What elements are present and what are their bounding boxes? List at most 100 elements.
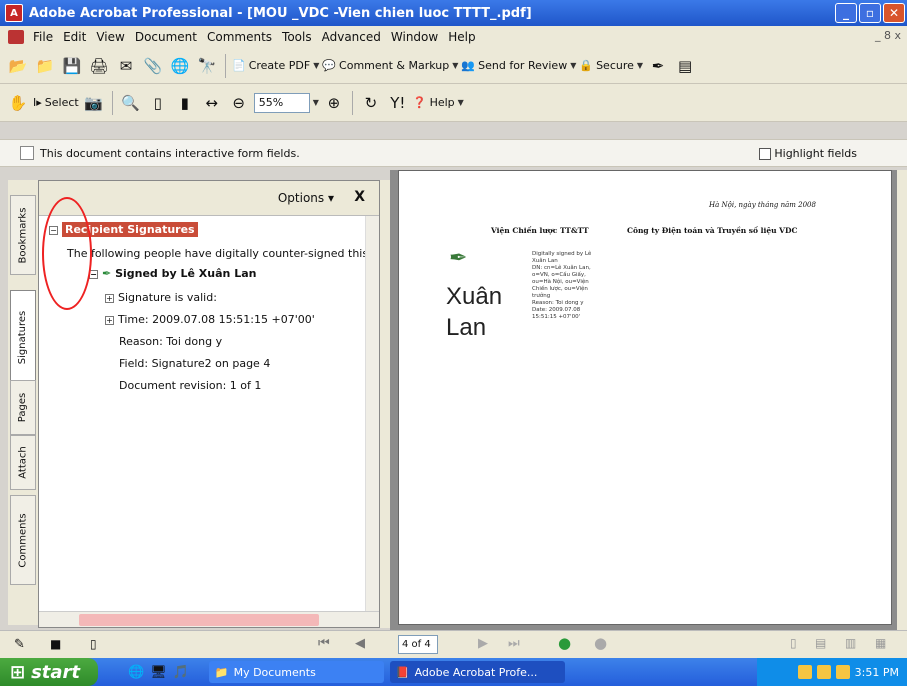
signature-time-node[interactable]: + Time: 2009.07.08 15:51:15 +07'00'	[105, 313, 315, 326]
page-navigation-bar: ✎ ■ ▯ ⏮ ◀ 4 of 4 ▶ ⏭ ● ● ▯ ▤ ▥ ▦	[0, 630, 907, 658]
tab-comments[interactable]: Comments	[10, 495, 36, 585]
organizer-icon[interactable]: 📁	[33, 54, 57, 78]
tray-icon[interactable]	[797, 665, 812, 679]
help-button[interactable]: ❓ Help ▼	[413, 96, 464, 109]
continuous-facing-icon[interactable]: ▦	[875, 636, 886, 650]
previous-view-icon[interactable]: ●	[558, 634, 571, 652]
menu-advanced[interactable]: Advanced	[317, 30, 386, 44]
open-icon[interactable]: 📂	[6, 54, 30, 78]
highlight-checkbox[interactable]	[759, 147, 772, 160]
tab-pages[interactable]: Pages	[10, 380, 36, 435]
tray-icon[interactable]	[816, 665, 831, 679]
title-bar: A Adobe Acrobat Professional - [MOU _VDC…	[0, 0, 907, 26]
form-message-bar: This document contains interactive form …	[0, 139, 907, 167]
taskbar-item-acrobat[interactable]: 📕 Adobe Acrobat Profe...	[389, 661, 565, 683]
next-page-icon[interactable]: ▶	[478, 636, 488, 651]
options-menu[interactable]: Options ▾	[278, 191, 334, 205]
start-button[interactable]: ⊞ start	[0, 658, 98, 686]
select-tool-button[interactable]: Ⅰ▸ Select	[33, 96, 79, 109]
pdf-page: Hà Nội, ngày tháng năm 2008 Viện Chiến l…	[398, 170, 892, 625]
sign-pen-icon[interactable]: ✒	[646, 54, 670, 78]
system-tray: 3:51 PM	[757, 658, 907, 686]
hand-tool-icon[interactable]: ✋	[6, 91, 30, 115]
pane-splitter[interactable]	[380, 180, 390, 628]
print-icon[interactable]: 🖨	[87, 54, 111, 78]
signature-valid-node[interactable]: + Signature is valid:	[105, 291, 217, 304]
single-page-icon[interactable]: ▯	[790, 636, 797, 650]
save-icon[interactable]: 💾	[60, 54, 84, 78]
panel-horizontal-scrollbar[interactable]	[39, 611, 379, 627]
form-message-text: This document contains interactive form …	[40, 146, 300, 160]
quick-launch-media-icon[interactable]: 🎵	[173, 665, 189, 680]
zoom-in-icon[interactable]: 🔍	[119, 91, 143, 115]
comment-markup-button[interactable]: 💬 Comment & Markup ▼	[322, 59, 458, 72]
tab-signatures[interactable]: Signatures	[10, 290, 36, 385]
send-review-button[interactable]: 👥 Send for Review ▼	[461, 59, 576, 72]
signature-details: Digitally signed by Lê Xuân Lan DN: cn=L…	[532, 251, 592, 320]
first-page-icon[interactable]: ⏮	[318, 636, 330, 651]
yahoo-icon[interactable]: Y!	[386, 91, 410, 115]
web-icon[interactable]: 🌐	[168, 54, 192, 78]
expand-icon[interactable]: +	[105, 293, 114, 303]
toolbar-view: ✋ Ⅰ▸ Select 📷 🔍 ▯ ▮ ↔ ⊖ 55% ▼ ⊕ ↻ Y! ❓ Hel…	[0, 84, 907, 122]
snapshot-icon[interactable]: 📷	[82, 91, 106, 115]
tab-attachments[interactable]: Attach	[10, 435, 36, 490]
menu-help[interactable]: Help	[443, 30, 480, 44]
signature-field: Field: Signature2 on page 4	[119, 357, 271, 370]
tray-icon[interactable]	[835, 665, 850, 679]
secure-button[interactable]: 🔒 Secure ▼	[579, 59, 643, 72]
panel-vertical-scrollbar[interactable]	[365, 216, 379, 613]
scrollbar-thumb[interactable]	[79, 614, 319, 626]
signer-name-line2: Lan	[446, 314, 487, 341]
facing-icon[interactable]: ▥	[845, 636, 856, 650]
fit-page-icon[interactable]: ▮	[173, 91, 197, 115]
quick-launch-desktop-icon[interactable]: 🖥	[150, 665, 167, 680]
document-window-controls[interactable]: _ 8 x	[875, 29, 901, 42]
acrobat-icon: 📕	[395, 665, 410, 679]
minimize-button[interactable]: _	[835, 3, 857, 23]
actual-size-icon[interactable]: ▯	[146, 91, 170, 115]
continuous-icon[interactable]: ▤	[815, 636, 826, 650]
menu-window[interactable]: Window	[386, 30, 443, 44]
attach-icon[interactable]: 📎	[141, 54, 165, 78]
signed-by-node[interactable]: − ✒ Signed by Lê Xuân Lan	[89, 267, 256, 280]
page-icon[interactable]: ▯	[90, 637, 97, 651]
expand-icon[interactable]: +	[105, 315, 114, 325]
restore-button[interactable]: ▫	[859, 3, 881, 23]
signature-reason: Reason: Toi dong y	[119, 335, 223, 348]
next-view-icon[interactable]: ●	[594, 634, 607, 652]
menu-tools[interactable]: Tools	[277, 30, 317, 44]
document-vertical-scrollbar[interactable]	[897, 170, 907, 630]
rotate-icon[interactable]: ↻	[359, 91, 383, 115]
clock[interactable]: 3:51 PM	[855, 666, 899, 679]
toolbar-main: 📂 📁 💾 🖨 ✉ 📎 🌐 🔭 📄 Create PDF ▼ 💬 Comment & …	[0, 48, 907, 84]
highlight-fields-toggle[interactable]: Highlight fields	[759, 147, 857, 160]
zoom-plus-icon[interactable]: ⊕	[322, 91, 346, 115]
tab-bookmarks[interactable]: Bookmarks	[10, 195, 36, 275]
fit-width-icon[interactable]: ↔	[200, 91, 224, 115]
find-icon[interactable]: 🔭	[195, 54, 219, 78]
panel-close-button[interactable]: X	[354, 189, 365, 205]
forms-icon[interactable]: ▤	[673, 54, 697, 78]
close-button[interactable]: ✕	[883, 3, 905, 23]
zoom-dropdown-icon[interactable]: ▼	[313, 98, 319, 107]
page-number-input[interactable]: 4 of 4	[398, 635, 438, 654]
previous-page-icon[interactable]: ◀	[355, 636, 365, 651]
speaker-icon[interactable]: ■	[50, 637, 61, 651]
panel-header: Options ▾ X	[39, 181, 379, 216]
menu-file[interactable]: File	[28, 30, 58, 44]
signers-intro-text: The following people have digitally coun…	[67, 247, 369, 260]
left-organization: Viện Chiến lược TT&TT	[491, 226, 589, 235]
menu-document[interactable]: Document	[130, 30, 202, 44]
menu-comments[interactable]: Comments	[202, 30, 277, 44]
menu-edit[interactable]: Edit	[58, 30, 91, 44]
zoom-input[interactable]: 55%	[253, 92, 310, 113]
menu-view[interactable]: View	[91, 30, 129, 44]
pen-icon[interactable]: ✎	[14, 637, 25, 652]
zoom-out-icon[interactable]: ⊖	[227, 91, 251, 115]
quick-launch-ie-icon[interactable]: 🌐	[128, 665, 144, 680]
taskbar-item-my-documents[interactable]: 📁 My Documents	[208, 661, 384, 683]
last-page-icon[interactable]: ⏭	[508, 636, 520, 651]
email-icon[interactable]: ✉	[114, 54, 138, 78]
create-pdf-button[interactable]: 📄 Create PDF ▼	[232, 59, 319, 72]
